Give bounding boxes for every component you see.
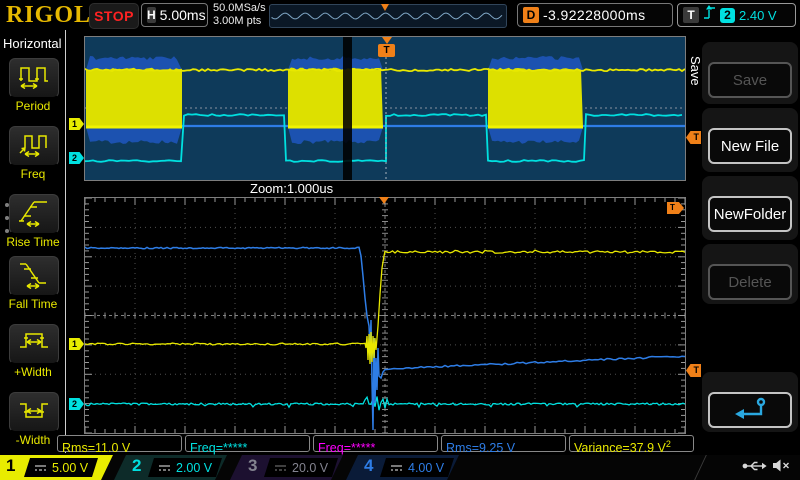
usb-icon	[742, 459, 768, 478]
menu-item-label: Fall Time	[0, 297, 66, 311]
menu-item-rise-time[interactable]	[9, 194, 59, 234]
menu-item-label: +Width	[0, 365, 66, 379]
measurement-box-3: Freq=*****	[313, 435, 438, 452]
coupling-dc-icon	[390, 459, 403, 477]
soft-button-slot: New File	[702, 108, 798, 172]
measurement-sup: 2	[666, 439, 671, 449]
channel-1-status-cell[interactable]: 1 5.00 V	[0, 455, 113, 480]
page-indicator-dot	[5, 229, 9, 233]
page-indicator-dot	[5, 216, 9, 220]
measurement-box-2: Freq=*****	[185, 435, 310, 452]
menu-item-label: Period	[0, 99, 66, 113]
zoom-waveform-view	[84, 197, 686, 434]
memory-depth: 3.00M pts	[213, 15, 266, 28]
measurement-text: Rms=9.25 V	[446, 441, 515, 455]
coupling-dc-icon	[34, 459, 47, 477]
channel-number: 2	[132, 456, 141, 476]
soft-button-slot	[702, 372, 798, 432]
channel-2-status-cell[interactable]: 2 2.00 V	[114, 455, 227, 480]
menu-item-label: Freq	[0, 167, 66, 181]
run-state-stop-button[interactable]: STOP	[89, 3, 139, 29]
minus-width-icon	[17, 395, 51, 430]
freq-icon	[17, 129, 51, 164]
save-button[interactable]: Save	[708, 62, 792, 98]
plus-width-icon	[17, 327, 51, 362]
soft-button-slot: Delete	[702, 244, 798, 304]
rigol-logo: RIGOL	[6, 2, 91, 29]
measurement-box-4: Rms=9.25 V	[441, 435, 566, 452]
sample-rate: 50.0MSa/s	[213, 2, 266, 15]
preview-trigger-marker-icon	[381, 4, 389, 11]
channel-scale-value: 5.00 V	[52, 461, 88, 475]
channel-number: 1	[6, 456, 15, 476]
measurement-box-5: Variance=37.9 V2	[569, 435, 694, 452]
soft-button-slot: Save	[702, 42, 798, 104]
trigger-edge-icon	[703, 5, 716, 26]
return-button[interactable]	[708, 392, 792, 428]
period-icon	[17, 61, 51, 96]
delay-d-icon: D	[523, 7, 539, 23]
trigger-status-display: T 2 2.40 V	[677, 3, 796, 27]
menu-item--width[interactable]	[9, 324, 59, 364]
channel-number: 3	[248, 456, 257, 476]
fall-time-icon	[17, 259, 51, 294]
trigger-position-arrow-icon	[382, 37, 392, 44]
channel-scale-value: 2.00 V	[176, 461, 212, 475]
rise-time-icon	[17, 197, 51, 232]
measurement-text: Rms=11.0 V	[62, 441, 130, 455]
coupling-dc-icon	[274, 459, 287, 477]
channel-scale-value: 20.0 V	[292, 461, 328, 475]
measurement-text: Freq=*****	[190, 441, 247, 455]
run-state-label: STOP	[94, 8, 134, 24]
channel-2-tag-main: 2	[69, 152, 84, 164]
timebase-value: 5.00ms	[160, 7, 206, 23]
measurement-box-1: Rms=11.0 V	[57, 435, 182, 452]
new-folder-button[interactable]: NewFolder	[708, 196, 792, 232]
trigger-position-flag-icon: T	[378, 44, 395, 57]
channel-scale-value: 4.00 V	[408, 461, 444, 475]
timebase-h-icon: H	[147, 7, 156, 23]
oscilloscope-screen: RIGOL STOP H 5.00ms 50.0MSa/s 3.00M pts …	[0, 0, 800, 480]
menu-item--width[interactable]	[9, 392, 59, 432]
trigger-source-badge: 2	[720, 8, 735, 23]
measurement-text: Freq=*****	[318, 441, 375, 455]
timebase-display: H 5.00ms	[141, 3, 208, 27]
menu-item-period[interactable]	[9, 58, 59, 98]
menu-item-freq[interactable]	[9, 126, 59, 166]
channel-4-status-cell[interactable]: 4 4.00 V	[346, 455, 459, 480]
return-arrow-icon	[728, 395, 772, 425]
main-waveform-view	[84, 36, 686, 181]
delay-display: D -3.92228000ms	[517, 3, 673, 27]
speaker-muted-icon	[772, 458, 790, 478]
channel-status-bar: 1 5.00 V 2 2.00 V 3 20.0 V 4 4.00 V	[0, 455, 800, 480]
channel-1-tag-zoom: 1	[69, 338, 84, 350]
page-indicator-dot	[5, 203, 9, 207]
trigger-level-value: 2.40 V	[739, 8, 777, 23]
trigger-level-marker-icon-zoom: T	[686, 364, 701, 377]
menu-item-fall-time[interactable]	[9, 256, 59, 296]
trigger-level-marker-icon-main: T	[686, 131, 701, 144]
right-menu-tab-save: Save	[688, 56, 703, 86]
channel-number: 4	[364, 456, 373, 476]
new-file-button[interactable]: New File	[708, 128, 792, 164]
channel-2-tag-zoom: 2	[69, 398, 84, 410]
channel-1-tag-main: 1	[69, 118, 84, 130]
delete-button[interactable]: Delete	[708, 264, 792, 300]
delay-value: -3.92228000ms	[543, 7, 646, 23]
trigger-t-icon: T	[683, 7, 699, 23]
coupling-dc-icon	[158, 459, 171, 477]
zoom-scale-label: Zoom:1.000us	[250, 181, 333, 196]
zoom-trigger-position-arrow-icon	[379, 197, 389, 204]
measurement-text: Variance=37.9 V	[574, 441, 666, 455]
acquisition-info: 50.0MSa/s 3.00M pts	[213, 2, 266, 28]
channel-3-status-cell[interactable]: 3 20.0 V	[230, 455, 343, 480]
menu-item-label: Rise Time	[0, 235, 66, 249]
soft-button-slot: NewFolder	[702, 176, 798, 240]
left-menu-title: Horizontal	[3, 36, 62, 51]
